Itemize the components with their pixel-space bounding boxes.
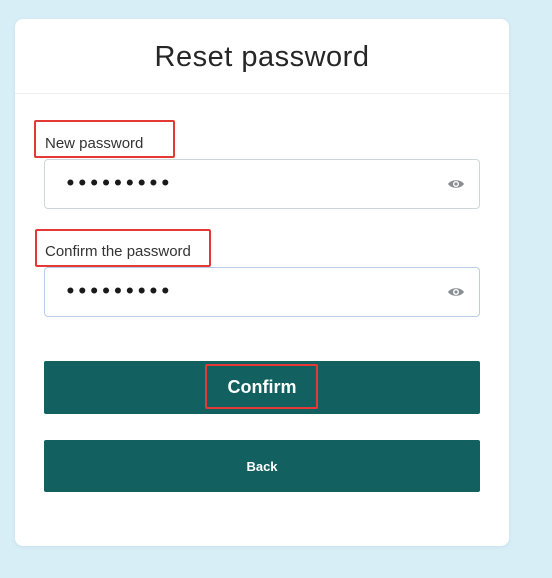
card-header: Reset password xyxy=(15,19,509,94)
confirm-password-input[interactable] xyxy=(65,268,435,316)
confirm-password-label: Confirm the password xyxy=(45,243,191,260)
back-button-label: Back xyxy=(246,458,278,474)
new-password-field[interactable] xyxy=(44,159,480,209)
reset-password-card: Reset password New password Confirm the … xyxy=(15,19,509,546)
back-button[interactable]: Back xyxy=(44,440,480,492)
confirm-password-field[interactable] xyxy=(44,267,480,317)
confirm-button-label: Confirm xyxy=(227,377,297,397)
new-password-input[interactable] xyxy=(65,160,435,208)
new-password-label: New password xyxy=(45,135,144,152)
eye-icon[interactable] xyxy=(445,174,467,194)
page-title: Reset password xyxy=(154,40,370,73)
eye-icon[interactable] xyxy=(445,282,467,302)
confirm-button[interactable]: Confirm xyxy=(44,361,480,414)
